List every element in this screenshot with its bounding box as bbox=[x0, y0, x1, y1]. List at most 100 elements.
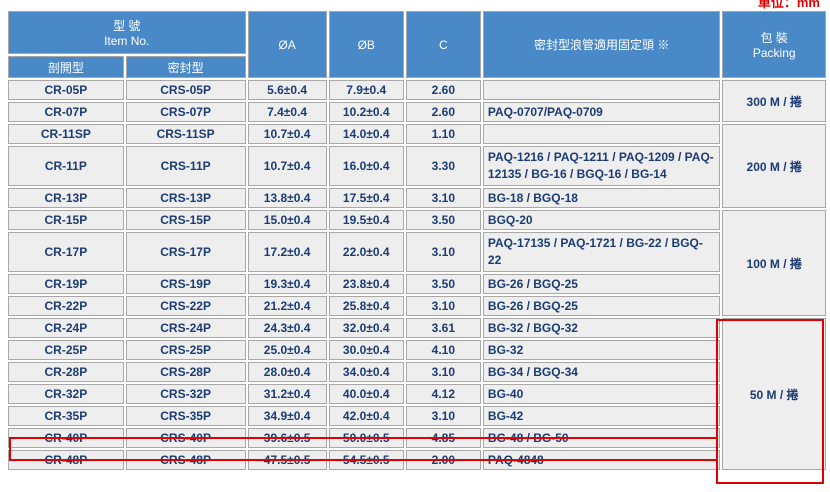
spec-table: 型 號 Item No. ØA ØB C 密封型浪管適用固定頭 ※ 包 裝 Pa… bbox=[6, 9, 828, 472]
fitting-cell: PAQ-17135 / PAQ-1721 / BG-22 / BGQ-22 bbox=[482, 232, 721, 272]
sealed-model-cell: CRS-17P bbox=[125, 232, 246, 272]
fitting-cell: BG-48 / BG-50 bbox=[482, 428, 721, 448]
split-model-cell: CR-32P bbox=[8, 384, 124, 404]
table-row: CR-13P CRS-13P 13.8±0.4 17.5±0.4 3.10 BG-18 /… bbox=[8, 188, 826, 208]
split-model-cell: CR-15P bbox=[8, 210, 124, 230]
table-row: CR-25P CRS-25P 25.0±0.4 30.0±0.4 4.10 BG-32 bbox=[8, 340, 826, 360]
dim-c-cell: 2.00 bbox=[405, 450, 481, 470]
split-model-cell: CR-24P bbox=[8, 318, 124, 338]
dim-a-cell: 10.7±0.4 bbox=[247, 124, 327, 144]
fitting-cell: BG-32 / BGQ-32 bbox=[482, 318, 721, 338]
packing-cell: 300 M / 捲 bbox=[722, 80, 826, 122]
sealed-model-cell: CRS-19P bbox=[125, 274, 246, 294]
dim-a-cell: 24.3±0.4 bbox=[247, 318, 327, 338]
split-model-cell: CR-13P bbox=[8, 188, 124, 208]
table-row: CR-15P CRS-15P 15.0±0.4 19.5±0.4 3.50 BGQ-20 1… bbox=[8, 210, 826, 316]
table-row: CR-48P CRS-48P 47.5±0.5 54.5±0.5 2.00 PAQ-484… bbox=[8, 450, 826, 470]
fitting-cell bbox=[482, 124, 721, 144]
col-b-header: ØB bbox=[328, 11, 404, 78]
fitting-header: 密封型浪管適用固定頭 ※ bbox=[482, 11, 721, 78]
dim-b-cell: 19.5±0.4 bbox=[328, 210, 404, 230]
dim-a-cell: 28.0±0.4 bbox=[247, 362, 327, 382]
table-row: CR-24P CRS-24P 24.3±0.4 32.0±0.4 3.61 BG-32 /… bbox=[8, 318, 826, 470]
dim-a-cell: 21.2±0.4 bbox=[247, 296, 327, 316]
dim-a-cell: 13.8±0.4 bbox=[247, 188, 327, 208]
sealed-type-header: 密封型 bbox=[125, 56, 246, 78]
split-model-cell: CR-07P bbox=[8, 102, 124, 122]
table-row: CR-28P CRS-28P 28.0±0.4 34.0±0.4 3.10 BG-34 /… bbox=[8, 362, 826, 382]
sealed-model-cell: CRS-11P bbox=[125, 146, 246, 186]
dim-b-cell: 54.5±0.5 bbox=[328, 450, 404, 470]
fitting-cell: BG-26 / BGQ-25 bbox=[482, 296, 721, 316]
split-model-cell: CR-28P bbox=[8, 362, 124, 382]
dim-c-cell: 4.10 bbox=[405, 340, 481, 360]
dim-c-cell: 2.60 bbox=[405, 102, 481, 122]
split-model-cell: CR-17P bbox=[8, 232, 124, 272]
packing-cell: 100 M / 捲 bbox=[722, 210, 826, 316]
split-model-cell: CR-22P bbox=[8, 296, 124, 316]
fitting-cell: PAQ-0707/PAQ-0709 bbox=[482, 102, 721, 122]
col-c-header: C bbox=[405, 11, 481, 78]
fitting-cell: PAQ-1216 / PAQ-1211 / PAQ-1209 / PAQ-121… bbox=[482, 146, 721, 186]
dim-c-cell: 3.10 bbox=[405, 232, 481, 272]
table-row: CR-40P CRS-40P 39.6±0.5 50.0±0.5 4.85 BG-48 /… bbox=[8, 428, 826, 448]
dim-b-cell: 34.0±0.4 bbox=[328, 362, 404, 382]
split-model-cell: CR-05P bbox=[8, 80, 124, 100]
fitting-cell: PAQ-4848 bbox=[482, 450, 721, 470]
dim-a-cell: 17.2±0.4 bbox=[247, 232, 327, 272]
sealed-model-cell: CRS-32P bbox=[125, 384, 246, 404]
item-no-en: Item No. bbox=[104, 34, 150, 48]
dim-c-cell: 3.30 bbox=[405, 146, 481, 186]
table-body: CR-05P CRS-05P 5.6±0.4 7.9±0.4 2.60 300 M / 捲… bbox=[8, 80, 826, 470]
table-row: CR-11SP CRS-11SP 10.7±0.4 14.0±0.4 1.10 200 M… bbox=[8, 124, 826, 208]
dim-a-cell: 39.6±0.5 bbox=[247, 428, 327, 448]
sealed-model-cell: CRS-13P bbox=[125, 188, 246, 208]
dim-b-cell: 22.0±0.4 bbox=[328, 232, 404, 272]
dim-b-cell: 7.9±0.4 bbox=[328, 80, 404, 100]
dim-c-cell: 3.50 bbox=[405, 274, 481, 294]
fitting-cell: BG-40 bbox=[482, 384, 721, 404]
sealed-model-cell: CRS-24P bbox=[125, 318, 246, 338]
sealed-model-cell: CRS-28P bbox=[125, 362, 246, 382]
table-row: CR-22P CRS-22P 21.2±0.4 25.8±0.4 3.10 BG-26 /… bbox=[8, 296, 826, 316]
table-row: CR-17P CRS-17P 17.2±0.4 22.0±0.4 3.10 PAQ-171… bbox=[8, 232, 826, 272]
sealed-model-cell: CRS-11SP bbox=[125, 124, 246, 144]
sealed-model-cell: CRS-15P bbox=[125, 210, 246, 230]
sealed-model-cell: CRS-05P bbox=[125, 80, 246, 100]
fitting-cell: BG-18 / BGQ-18 bbox=[482, 188, 721, 208]
fitting-cell: BG-42 bbox=[482, 406, 721, 426]
dim-c-cell: 3.10 bbox=[405, 362, 481, 382]
dim-b-cell: 14.0±0.4 bbox=[328, 124, 404, 144]
table-row: CR-35P CRS-35P 34.9±0.4 42.0±0.4 3.10 BG-42 bbox=[8, 406, 826, 426]
dim-a-cell: 7.4±0.4 bbox=[247, 102, 327, 122]
table-row: CR-11P CRS-11P 10.7±0.4 16.0±0.4 3.30 PAQ-121… bbox=[8, 146, 826, 186]
table-row: CR-19P CRS-19P 19.3±0.4 23.8±0.4 3.50 BG-26 /… bbox=[8, 274, 826, 294]
table-row: CR-07P CRS-07P 7.4±0.4 10.2±0.4 2.60 PAQ-0707… bbox=[8, 102, 826, 122]
dim-a-cell: 10.7±0.4 bbox=[247, 146, 327, 186]
dim-b-cell: 32.0±0.4 bbox=[328, 318, 404, 338]
dim-b-cell: 50.0±0.5 bbox=[328, 428, 404, 448]
split-model-cell: CR-11SP bbox=[8, 124, 124, 144]
dim-b-cell: 40.0±0.4 bbox=[328, 384, 404, 404]
dim-b-cell: 30.0±0.4 bbox=[328, 340, 404, 360]
dim-c-cell: 3.10 bbox=[405, 188, 481, 208]
table-row: CR-05P CRS-05P 5.6±0.4 7.9±0.4 2.60 300 M / 捲 bbox=[8, 80, 826, 122]
dim-b-cell: 10.2±0.4 bbox=[328, 102, 404, 122]
dim-c-cell: 3.10 bbox=[405, 296, 481, 316]
split-model-cell: CR-11P bbox=[8, 146, 124, 186]
dim-c-cell: 4.85 bbox=[405, 428, 481, 448]
header-row: 型 號 Item No. ØA ØB C 密封型浪管適用固定頭 ※ 包 裝 Pa… bbox=[8, 11, 826, 78]
split-model-cell: CR-35P bbox=[8, 406, 124, 426]
dim-b-cell: 16.0±0.4 bbox=[328, 146, 404, 186]
split-type-header: 剖開型 bbox=[8, 56, 124, 78]
dim-c-cell: 3.10 bbox=[405, 406, 481, 426]
sealed-model-cell: CRS-48P bbox=[125, 450, 246, 470]
packing-en: Packing bbox=[752, 46, 796, 60]
packing-zh: 包 裝 bbox=[760, 31, 788, 45]
fitting-cell: BG-34 / BGQ-34 bbox=[482, 362, 721, 382]
dim-a-cell: 31.2±0.4 bbox=[247, 384, 327, 404]
sealed-model-cell: CRS-25P bbox=[125, 340, 246, 360]
dim-a-cell: 34.9±0.4 bbox=[247, 406, 327, 426]
packing-header: 包 裝 Packing bbox=[722, 11, 826, 78]
fitting-cell bbox=[482, 80, 721, 100]
